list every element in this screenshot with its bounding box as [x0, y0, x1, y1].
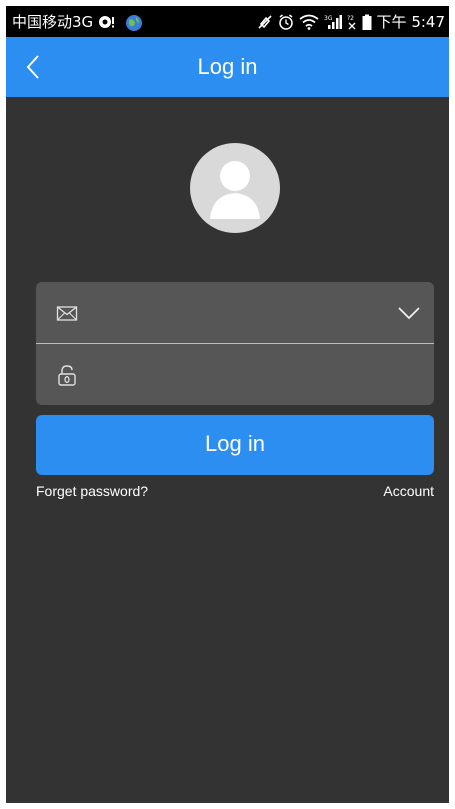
battery-icon	[362, 14, 372, 30]
sim-no-signal-icon: ?2	[347, 14, 357, 30]
app-screen: 中国移动3G 3G ?2 下午 5:47 Log in Log in Forge…	[6, 6, 449, 803]
email-row	[36, 282, 434, 343]
clock-label: 下午 5:47	[376, 13, 445, 31]
password-field[interactable]	[92, 354, 376, 396]
avatar	[190, 143, 280, 233]
notification-icon	[98, 14, 115, 30]
mute-icon	[257, 14, 273, 30]
globe-app-icon	[125, 14, 143, 31]
forget-password-link[interactable]: Forget password?	[36, 483, 148, 499]
alarm-icon	[278, 13, 294, 30]
wifi-icon	[298, 14, 319, 30]
padlock-icon	[56, 364, 78, 386]
account-dropdown-button[interactable]	[396, 300, 422, 326]
svg-text:3G: 3G	[324, 15, 333, 22]
account-link[interactable]: Account	[383, 483, 434, 499]
password-row	[36, 344, 434, 405]
svg-text:?2: ?2	[347, 15, 354, 22]
carrier-label: 中国移动3G	[12, 13, 94, 31]
email-field[interactable]	[92, 292, 376, 334]
status-bar: 中国移动3G 3G ?2 下午 5:47	[6, 6, 449, 37]
cellular-3g-signal-icon: 3G	[324, 14, 342, 30]
status-bar-left: 中国移动3G	[12, 11, 143, 32]
status-bar-right: 3G ?2 下午 5:47	[257, 11, 445, 32]
user-silhouette-icon	[210, 161, 260, 219]
chevron-down-icon	[398, 307, 420, 320]
login-button[interactable]: Log in	[36, 415, 434, 475]
page-title: Log in	[197, 54, 258, 79]
envelope-icon	[56, 302, 78, 324]
title-bar: Log in	[6, 37, 449, 97]
login-form	[36, 282, 434, 405]
